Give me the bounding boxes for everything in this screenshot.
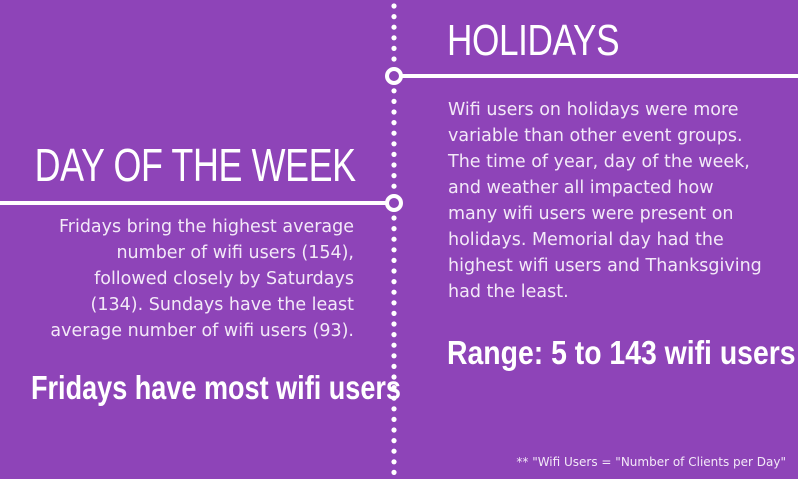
footnote: ** "Wifi Users = "Number of Clients per …	[516, 455, 786, 469]
timeline-dot	[391, 353, 397, 359]
description-line: Wifi users on holidays were more	[448, 100, 739, 120]
timeline-dot	[391, 226, 397, 232]
timeline-dot	[391, 215, 397, 221]
timeline-dot	[391, 247, 397, 253]
description-line: many wifi users were present on	[448, 204, 734, 224]
holidays-node-circle	[385, 67, 403, 85]
day-of-week-heading: DAY OF THE WEEK	[34, 139, 357, 191]
description-line: average number of wifi users (93).	[50, 321, 354, 341]
timeline-dot	[391, 14, 397, 20]
timeline-dot	[391, 438, 397, 444]
timeline-dot	[391, 469, 397, 475]
timeline-dot	[391, 183, 397, 189]
timeline-dot	[391, 310, 397, 316]
timeline-dot	[391, 459, 397, 465]
description-line: Fridays bring the highest average	[58, 217, 354, 237]
holidays-range-callout: Range: 5 to 143 wifi users	[447, 334, 796, 371]
timeline-dot	[391, 173, 397, 179]
timeline-dot	[391, 3, 397, 9]
timeline-dot	[391, 24, 397, 30]
timeline-dot	[391, 236, 397, 242]
timeline-dot	[391, 45, 397, 52]
description-line: holidays. Memorial day had the	[448, 230, 724, 250]
timeline-dot	[391, 88, 397, 94]
timeline-dot	[391, 279, 397, 285]
timeline-dot	[391, 416, 397, 422]
day-of-week-description: Fridays bring the highest average number…	[10, 214, 354, 344]
description-line: had the least.	[448, 282, 569, 302]
timeline-dot	[391, 289, 397, 295]
fridays-callout: Fridays have most wifi users	[31, 369, 401, 406]
description-line: The time of year, day of the week,	[448, 152, 750, 172]
holidays-description: Wifi users on holidays were more variabl…	[448, 97, 784, 305]
timeline-dot	[391, 56, 397, 62]
timeline-dot	[391, 268, 397, 274]
description-line: highest wifi users and Thanksgiving	[448, 256, 762, 276]
timeline-dot	[391, 162, 397, 168]
day-of-week-node-circle	[385, 194, 403, 212]
timeline-dot	[391, 427, 397, 433]
timeline-dot	[391, 120, 397, 126]
description-line: followed closely by Saturdays	[94, 269, 354, 289]
timeline-dot	[391, 332, 397, 338]
holidays-heading: HOLIDAYS	[447, 16, 620, 65]
description-line: variable than other event groups.	[448, 126, 743, 146]
timeline-dot	[391, 257, 397, 263]
description-line: and weather all impacted how	[448, 178, 714, 198]
timeline-dot	[391, 321, 397, 327]
description-line: (134). Sundays have the least	[90, 295, 354, 315]
timeline-dot	[391, 98, 397, 104]
timeline-dot	[391, 130, 397, 136]
timeline-dot	[391, 35, 397, 41]
timeline-dot	[391, 109, 397, 115]
timeline-dot	[391, 151, 397, 157]
timeline-dot	[391, 141, 397, 147]
timeline-dot	[391, 448, 397, 454]
infographic-panel: HOLIDAYS Wifi users on holidays were mor…	[0, 0, 798, 479]
description-line: number of wifi users (154),	[116, 243, 354, 263]
timeline-dot	[391, 342, 397, 348]
timeline-dot	[391, 300, 397, 306]
